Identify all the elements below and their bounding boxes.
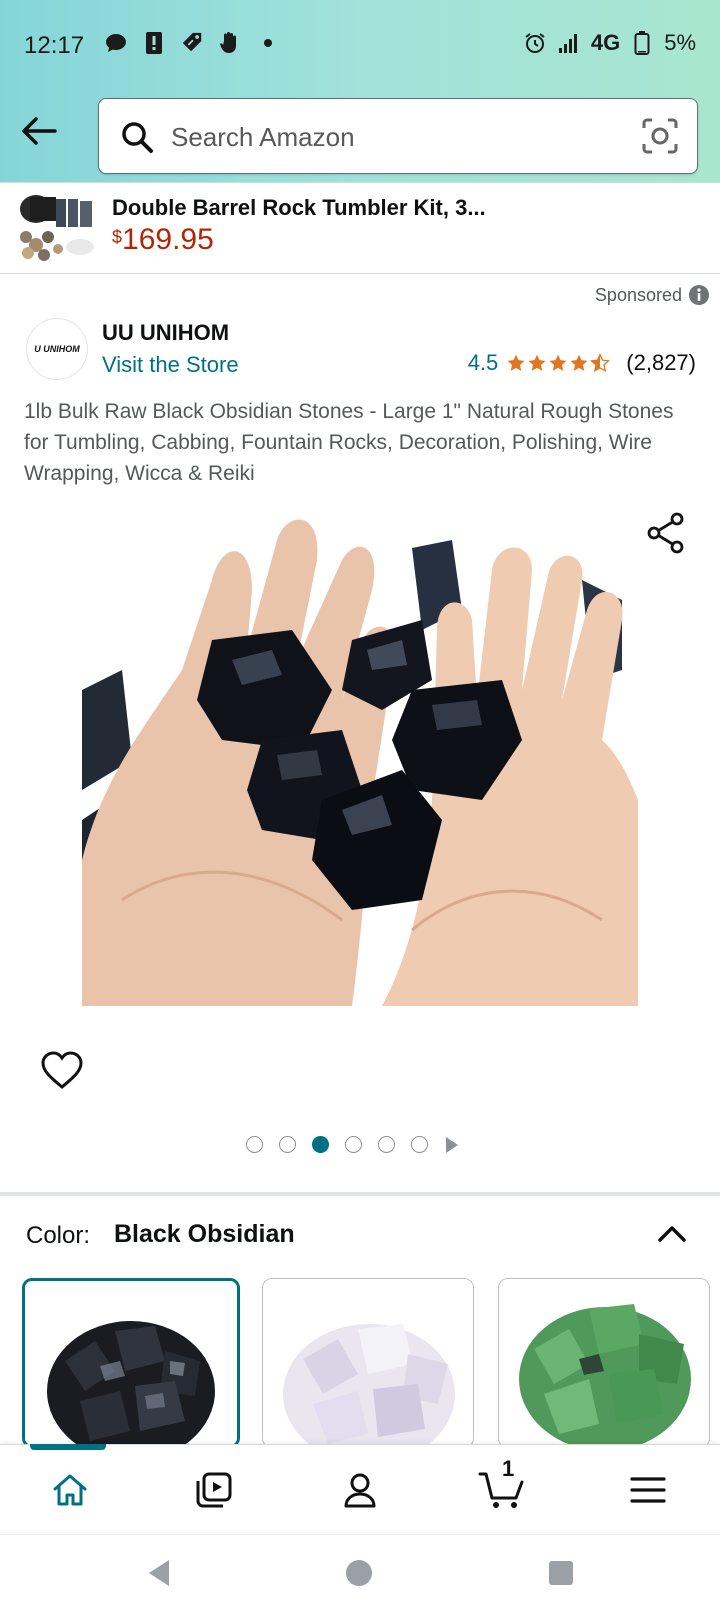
nav-account-button[interactable]	[334, 1464, 386, 1516]
hand-icon	[218, 30, 242, 56]
price-value: 169.95	[122, 223, 214, 256]
brand-name: UU UNIHOM	[102, 320, 230, 345]
section-divider	[0, 1192, 720, 1196]
alert-icon	[142, 30, 166, 56]
promo-thumbnail	[14, 191, 96, 265]
video-icon	[196, 1472, 232, 1508]
cart-count-badge: 1	[502, 1456, 515, 1481]
info-icon[interactable]	[688, 284, 710, 306]
rating-count: (2,827)	[626, 350, 696, 375]
square-recents-icon	[549, 1561, 573, 1585]
star-icon	[570, 354, 588, 371]
search-bar[interactable]	[98, 98, 698, 174]
rating-summary[interactable]: 4.5 (2,827)	[468, 350, 696, 376]
account-icon	[344, 1473, 376, 1508]
star-icon	[507, 354, 525, 371]
price-currency: $	[112, 227, 123, 247]
camera-search-icon[interactable]	[641, 117, 679, 155]
notification-icons	[104, 30, 280, 56]
battery-level: 5%	[664, 30, 696, 55]
brand-logo-text: U UNIHOM	[34, 344, 80, 354]
star-icon	[549, 354, 567, 371]
sponsored-label[interactable]: Sponsored	[595, 284, 710, 306]
carousel-dot-active[interactable]	[312, 1136, 329, 1153]
active-tab-indicator	[30, 1444, 106, 1450]
system-recents-button[interactable]	[544, 1556, 578, 1590]
circle-home-icon	[346, 1560, 372, 1586]
rating-value: 4.5	[467, 350, 499, 375]
sponsored-text: Sponsored	[594, 284, 682, 305]
visit-store-link[interactable]: Visit the Store	[102, 352, 239, 378]
tag-icon	[180, 30, 204, 56]
search-input[interactable]	[171, 113, 611, 161]
color-swatch-clear-quartz[interactable]	[262, 1278, 474, 1448]
image-carousel-indicator[interactable]	[246, 1136, 458, 1153]
nav-home-button[interactable]	[44, 1464, 96, 1516]
carousel-dot[interactable]	[345, 1136, 362, 1153]
brand-logo[interactable]: U UNIHOM	[26, 318, 88, 380]
carousel-dot[interactable]	[246, 1136, 263, 1153]
chevron-up-icon[interactable]	[656, 1220, 688, 1248]
carousel-dot[interactable]	[411, 1136, 428, 1153]
star-rating	[506, 353, 611, 373]
search-icon[interactable]	[119, 119, 155, 155]
product-image[interactable]	[82, 500, 638, 1006]
system-icons: 4G 5%	[523, 30, 696, 56]
nav-video-button[interactable]	[188, 1464, 240, 1516]
triangle-back-icon	[149, 1560, 169, 1586]
battery-icon	[630, 30, 654, 56]
home-icon	[53, 1474, 87, 1506]
promo-title[interactable]: Double Barrel Rock Tumbler Kit, 3...	[112, 195, 486, 221]
back-arrow-icon	[22, 117, 57, 145]
color-swatch-black-obsidian[interactable]	[22, 1278, 240, 1448]
product-title: 1lb Bulk Raw Black Obsidian Stones - Lar…	[24, 400, 674, 485]
alarm-icon	[523, 30, 547, 56]
carousel-dot[interactable]	[279, 1136, 296, 1153]
carousel-dot[interactable]	[378, 1136, 395, 1153]
nav-menu-button[interactable]	[622, 1464, 674, 1516]
system-home-button[interactable]	[342, 1556, 376, 1590]
share-icon[interactable]	[646, 512, 686, 554]
back-button[interactable]	[14, 106, 64, 156]
chat-bubble-icon	[104, 30, 128, 56]
status-bar: 12:17 4G 5%	[0, 0, 720, 92]
signal-icon	[557, 30, 581, 56]
menu-icon	[630, 1477, 666, 1503]
status-time: 12:17	[24, 32, 85, 59]
selected-color: Black Obsidian	[114, 1220, 295, 1248]
color-swatch-green-aventurine[interactable]	[498, 1278, 710, 1448]
play-video-icon[interactable]	[446, 1136, 458, 1153]
system-back-button[interactable]	[142, 1556, 176, 1590]
promo-price: $169.95	[112, 223, 214, 257]
dot-icon	[256, 30, 280, 56]
star-icon	[528, 354, 546, 371]
color-label: Color:	[26, 1222, 91, 1249]
wishlist-heart-icon[interactable]	[40, 1050, 84, 1090]
sponsored-product-banner[interactable]: Double Barrel Rock Tumbler Kit, 3... $16…	[0, 182, 720, 274]
network-label: 4G	[590, 30, 621, 55]
half-star-icon	[590, 353, 611, 373]
